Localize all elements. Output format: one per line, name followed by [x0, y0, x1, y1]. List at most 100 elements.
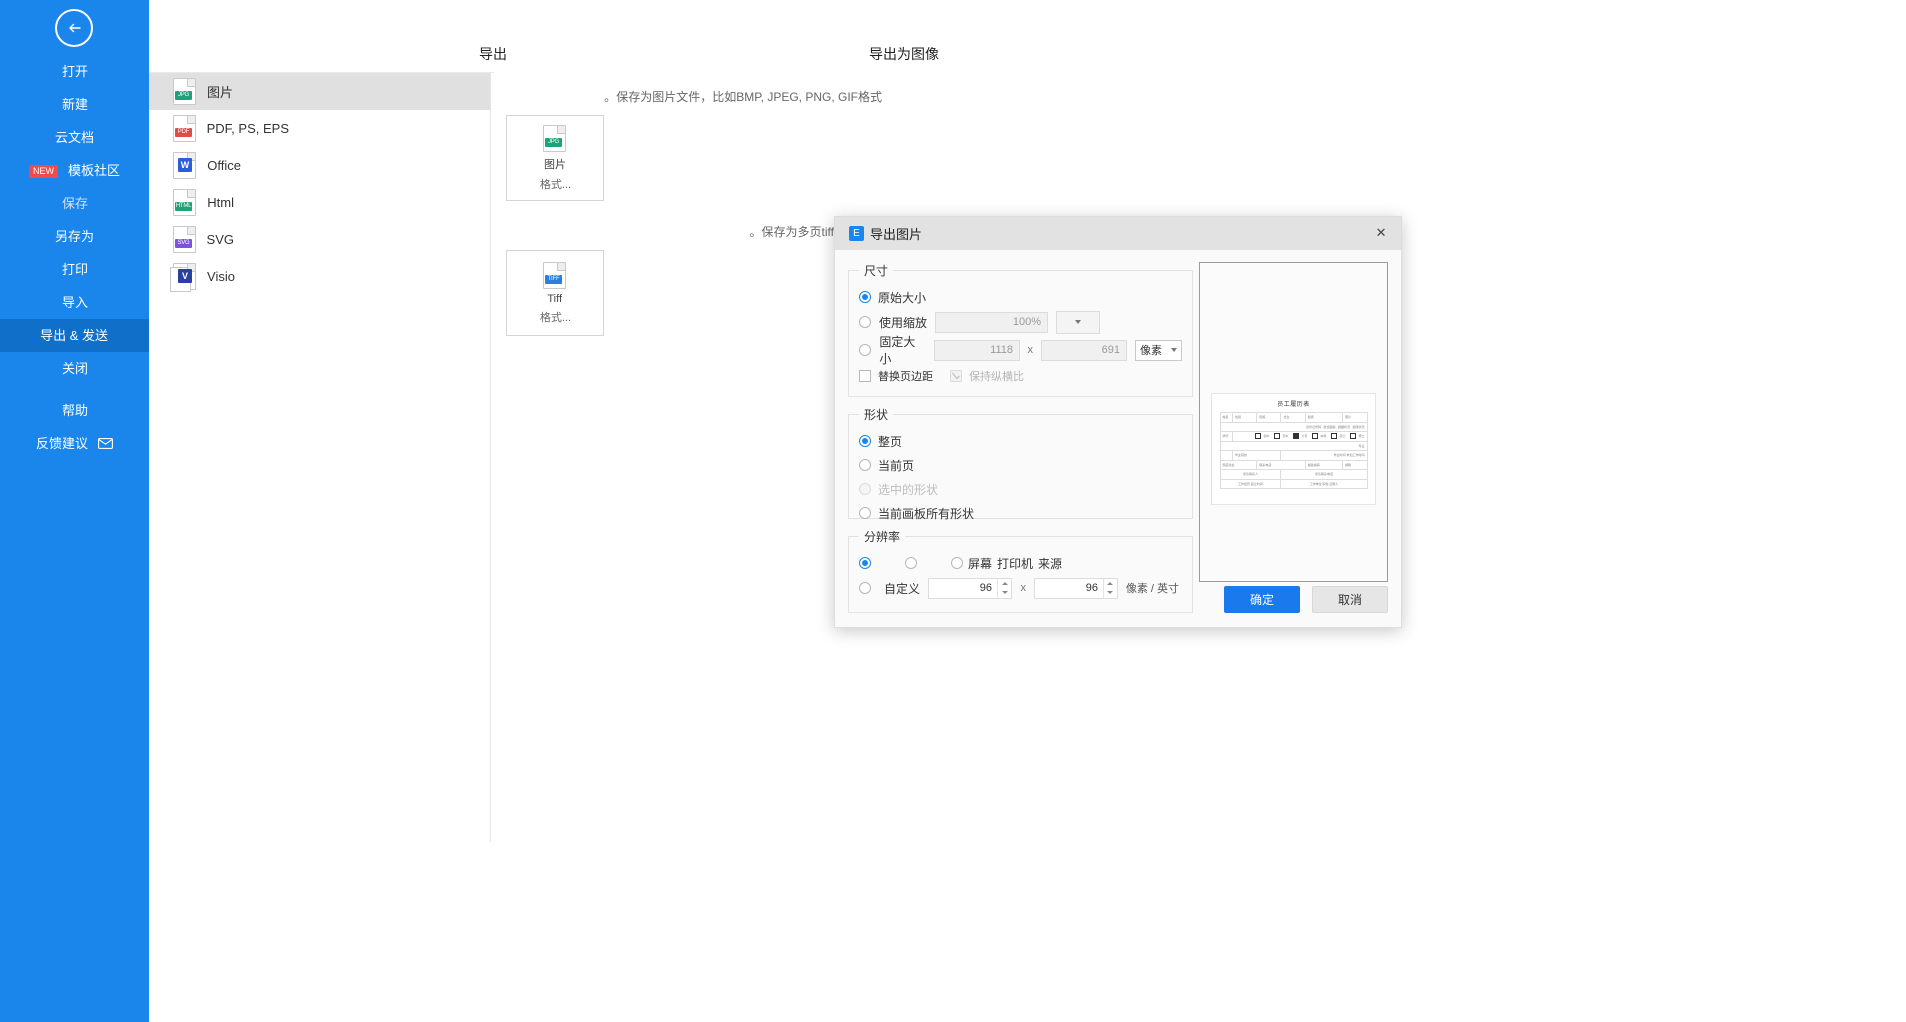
unit-value: 像素 [1140, 345, 1163, 357]
divider-vertical [490, 72, 491, 842]
export-type-office[interactable]: Office W [149, 147, 490, 184]
svg-tag: SVG [175, 239, 192, 248]
visio-tag: V [178, 269, 192, 283]
shape-section: 形状 整页 当前页 选中的形状 当前画板所有形状 [848, 406, 1193, 521]
dimension-separator: x [1027, 344, 1034, 356]
sidebar-item-print[interactable]: 打印 [0, 253, 149, 286]
sidebar-item-import[interactable]: 导入 [0, 286, 149, 319]
mail-icon [97, 428, 113, 461]
dialog-body: 员工履历表 姓名 性别 民族 出生 籍贯 照片 身份证号码 政治面貌 婚姻状况 健康状况 … [835, 250, 1401, 627]
keep-aspect-ratio-checkbox[interactable] [950, 370, 962, 382]
backstage-sidebar: 打开 新建 云文档 模板社区 NEW 保存 另存为 打印 导入 导出 & 发送 … [0, 0, 149, 1022]
size-section: 尺寸 原始大小 100% 使用缩放 像素 691 x 1118 固定大小 保持纵… [848, 262, 1193, 397]
radio-custom-resolution[interactable] [859, 582, 871, 594]
new-badge: NEW [29, 165, 59, 179]
html-tag: HTML [175, 202, 192, 211]
close-icon[interactable]: ✕ [1373, 225, 1389, 241]
image-format-card[interactable]: JPG 图片 格式... [506, 115, 604, 201]
preview-table: 姓名 性别 民族 出生 籍贯 照片 身份证号码 政治面貌 婚姻状况 健康状况 学历 初中 高中… [1220, 412, 1368, 489]
tiff-format-card[interactable]: TIFF Tiff 格式... [506, 250, 604, 336]
dpi-x-value: 96 [979, 582, 993, 594]
confirm-button[interactable]: 确定 [1224, 586, 1300, 613]
radio-printer[interactable] [905, 557, 917, 569]
radio-all-shapes-current-canvas[interactable] [859, 507, 871, 519]
shape-option-current-page[interactable]: 当前页 [859, 453, 1182, 477]
keep-ratio-label: 保持纵横比 [969, 371, 1024, 383]
sidebar-item-open[interactable]: 打开 [0, 55, 149, 88]
dpi-y-stepper[interactable]: 96 [1033, 577, 1118, 599]
table-row: 姓名 性别 民族 出生 籍贯 照片 [1220, 412, 1367, 422]
shape-option-label: 当前页 [878, 458, 915, 473]
resolution-option-label: 来源 [1038, 556, 1063, 571]
sidebar-item-close[interactable]: 关闭 [0, 352, 149, 385]
dialog-options: 尺寸 原始大小 100% 使用缩放 像素 691 x 1118 固定大小 保持纵… [848, 262, 1193, 622]
export-type-label: PDF, PS, EPS [207, 121, 290, 136]
tiff-card-tag: TIFF [545, 274, 563, 284]
sidebar-item-label: 云文档 [55, 130, 95, 145]
sidebar-item-cloud-docs[interactable]: 云文档 [0, 121, 149, 154]
screen-root: 亿图图示 18771744... ✕ ❐ — 导出 导出为图像 图片 JPG [0, 0, 1906, 1022]
radio-screen[interactable] [859, 557, 871, 569]
sidebar-item-label: 导出 & 发送 [40, 328, 109, 343]
radio-current-page[interactable] [859, 459, 871, 471]
preview-document-title: 员工履历表 [1277, 402, 1310, 408]
image-card-sublabel: 格式... [539, 178, 571, 191]
replace-page-margin-checkbox[interactable] [859, 370, 871, 382]
scale-dropdown[interactable] [1056, 310, 1101, 334]
tiff-card-icon: TIFF [543, 261, 567, 289]
radio-whole-page[interactable] [859, 435, 871, 447]
radio-use-scale[interactable] [859, 316, 871, 328]
sidebar-item-template-community[interactable]: 模板社区 NEW [0, 154, 149, 187]
export-type-list: 图片 JPG PDF, PS, EPS PDF Office W Html HT… [149, 73, 490, 295]
word-tag: W [178, 158, 192, 172]
table-row: 身份证号码 政治面貌 婚姻状况 健康状况 [1220, 422, 1367, 432]
export-type-label: Visio [207, 269, 235, 284]
sidebar-item-new[interactable]: 新建 [0, 88, 149, 121]
sidebar-item-feedback[interactable]: 反馈建议 [0, 427, 149, 460]
width-input[interactable]: 1118 [933, 339, 1020, 361]
size-option-original[interactable]: 原始大小 [859, 285, 1182, 309]
export-type-svg[interactable]: SVG SVG [149, 221, 490, 258]
sidebar-item-label: 打开 [61, 64, 88, 79]
export-type-image[interactable]: 图片 JPG [149, 73, 490, 110]
image-format-description: 保存为图片文件，比如BMP, JPEG, PNG, GIF格式。 [604, 90, 882, 104]
sidebar-item-export-and-send[interactable]: 导出 & 发送 [0, 319, 149, 352]
shape-option-whole-page[interactable]: 整页 [859, 429, 1182, 453]
pdf-tag: PDF [175, 128, 192, 137]
dialog-title-bar: 导出图片 E ✕ [835, 217, 1401, 250]
back-arrow-icon[interactable] [55, 9, 94, 47]
word-file-icon: W [173, 152, 196, 179]
cancel-button-label: 取消 [1338, 593, 1363, 607]
resolution-option-label: 屏幕 [968, 556, 993, 571]
unit-select[interactable]: 像素 [1135, 339, 1182, 361]
height-input[interactable]: 691 [1041, 339, 1128, 361]
resolution-option-label: 自定义 [884, 581, 921, 596]
export-type-visio[interactable]: Visio V [149, 258, 490, 295]
radio-selected-shapes[interactable] [859, 483, 871, 495]
sidebar-item-save[interactable]: 保存 [0, 187, 149, 220]
size-fixed-row: 像素 691 x 1118 固定大小 [859, 335, 1182, 366]
radio-fixed-size[interactable] [859, 344, 871, 356]
table-row: 紧急联系人 紧急联系电话 [1220, 469, 1367, 479]
tiff-card-sublabel: 格式... [539, 311, 571, 324]
dpi-x-stepper[interactable]: 96 [928, 577, 1013, 599]
scale-input[interactable]: 100% [935, 311, 1049, 333]
table-row: 学历 初中 高中 大专 本科 硕士 博士 [1220, 431, 1367, 441]
resolution-option-label: 打印机 [997, 556, 1034, 571]
visio-file-icon: V [173, 263, 196, 290]
table-row: 工作经历 起止时间 工作单位 职务 证明人 [1220, 479, 1367, 489]
export-type-pdf[interactable]: PDF, PS, EPS PDF [149, 110, 490, 147]
radio-original-size[interactable] [859, 291, 871, 303]
sidebar-item-label: 导入 [61, 295, 88, 310]
size-scale-row: 100% 使用缩放 [859, 309, 1182, 335]
shape-option-all-shapes[interactable]: 当前画板所有形状 [859, 501, 1182, 525]
sidebar-item-label: 另存为 [55, 229, 95, 244]
shape-option-selected-shapes[interactable]: 选中的形状 [859, 477, 1182, 501]
jpg-card-icon: JPG [543, 124, 567, 152]
export-type-html[interactable]: Html HTML [149, 184, 490, 221]
cancel-button[interactable]: 取消 [1312, 586, 1388, 613]
dialog-title: 导出图片 [870, 227, 923, 242]
sidebar-item-save-as[interactable]: 另存为 [0, 220, 149, 253]
sidebar-item-help[interactable]: 帮助 [0, 394, 149, 427]
radio-source[interactable] [951, 557, 963, 569]
